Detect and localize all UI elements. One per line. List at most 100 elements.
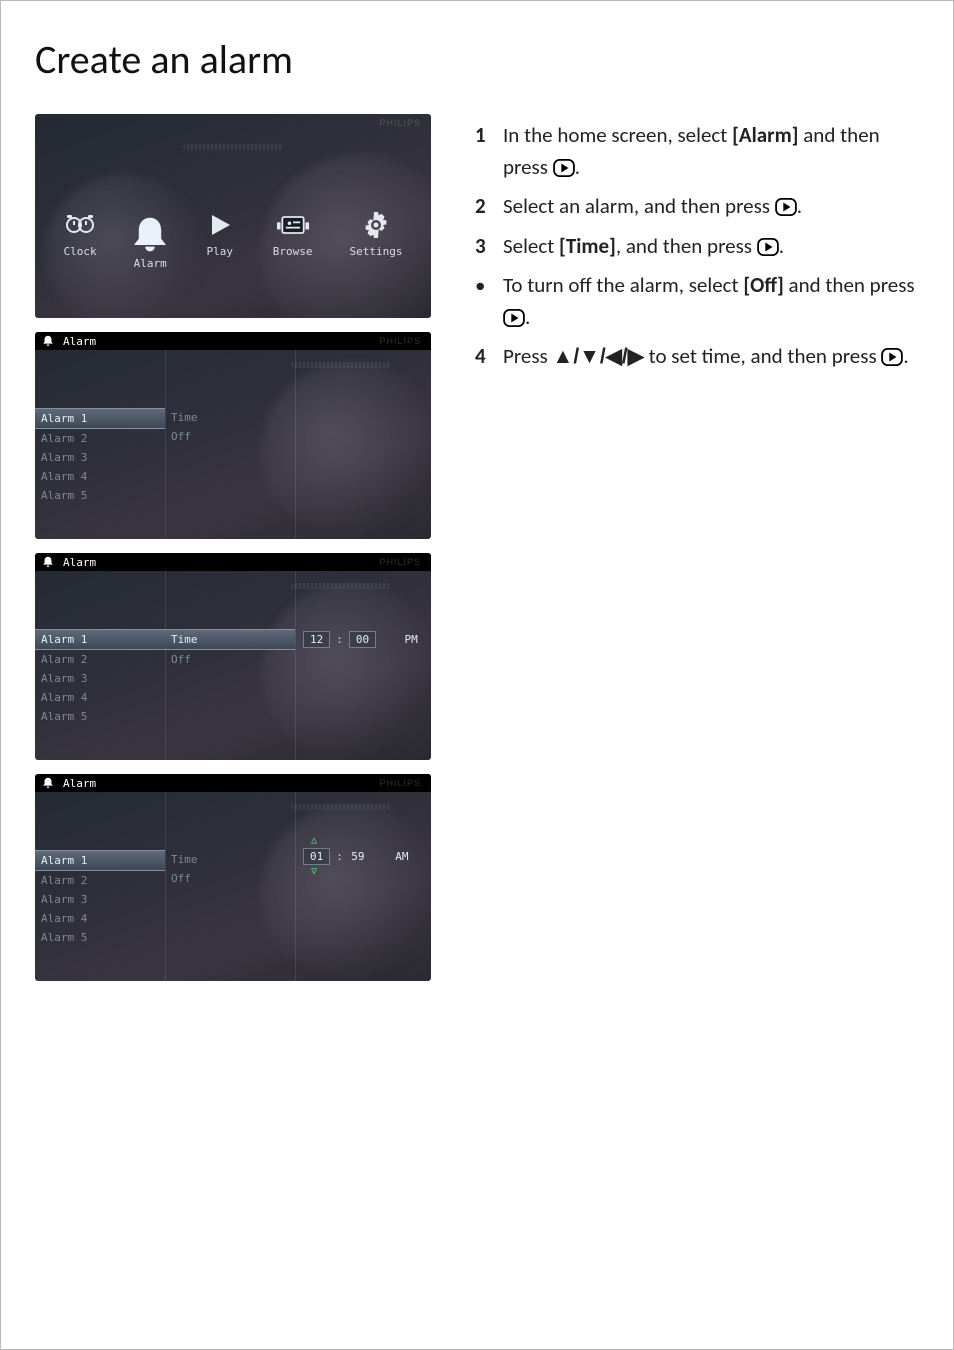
alarm-list: Alarm 1 Alarm 2 Alarm 3 Alarm 4 Alarm 5 bbox=[35, 350, 165, 539]
home-item-label: Browse bbox=[273, 245, 313, 258]
time-options: Time Off bbox=[165, 571, 295, 760]
option-off[interactable]: Off bbox=[165, 427, 295, 446]
home-item-browse[interactable]: Browse bbox=[273, 211, 313, 258]
home-item-label: Play bbox=[207, 245, 234, 258]
list-item[interactable]: Alarm 5 bbox=[35, 707, 165, 726]
screenshot-time-editing: Alarm PHILIPS Alarm 1 Alarm 2 Alarm 3 Al… bbox=[35, 774, 431, 981]
ui-label-alarm: [Alarm] bbox=[732, 122, 798, 148]
play-icon bbox=[204, 211, 236, 239]
step-text: and then press bbox=[784, 272, 915, 298]
brand-label: PHILIPS bbox=[379, 118, 421, 128]
bell-icon bbox=[41, 334, 55, 348]
list-item[interactable]: Alarm 3 bbox=[35, 448, 165, 467]
home-item-alarm[interactable]: Alarm bbox=[134, 223, 167, 270]
instructions-column: 1 In the home screen, select [Alarm] and… bbox=[475, 114, 919, 995]
chevron-up-icon[interactable]: △ bbox=[303, 836, 325, 846]
brand-label: PHILIPS bbox=[379, 778, 421, 788]
screenshots-column: PHILIPS Clock Alarm bbox=[35, 114, 435, 995]
list-item[interactable]: Alarm 1 bbox=[35, 629, 165, 650]
header-title: Alarm bbox=[63, 556, 96, 569]
step-bullet: • To turn off the alarm, select [Off] an… bbox=[475, 270, 919, 333]
period: . bbox=[797, 193, 802, 219]
play-in-box-icon bbox=[775, 194, 797, 212]
option-time[interactable]: Time bbox=[165, 850, 295, 869]
ui-label-off: [Off] bbox=[743, 272, 783, 298]
hour-field[interactable]: 01 bbox=[303, 848, 330, 865]
play-in-box-icon bbox=[757, 234, 779, 252]
screenshot-home: PHILIPS Clock Alarm bbox=[35, 114, 431, 318]
home-item-label: Clock bbox=[64, 245, 97, 258]
time-value-row[interactable]: 12 : 00 PM bbox=[295, 629, 431, 650]
screenshot-time-selected: Alarm PHILIPS Alarm 1 Alarm 2 Alarm 3 Al… bbox=[35, 553, 431, 760]
time-options: Time Off bbox=[165, 350, 295, 539]
minute-field[interactable]: 00 bbox=[349, 631, 376, 648]
value-pane: △ 01 : 59 AM ▽ bbox=[295, 792, 431, 981]
step-2: 2 Select an alarm, and then press . bbox=[475, 191, 919, 223]
brand-label: PHILIPS bbox=[379, 557, 421, 567]
manual-page: Create an alarm PHILIPS Clock bbox=[0, 0, 954, 1350]
list-item[interactable]: Alarm 5 bbox=[35, 928, 165, 947]
list-item[interactable]: Alarm 4 bbox=[35, 909, 165, 928]
list-item[interactable]: Alarm 2 bbox=[35, 650, 165, 669]
page-title: Create an alarm bbox=[35, 35, 919, 84]
step-list: 1 In the home screen, select [Alarm] and… bbox=[475, 120, 919, 373]
list-item[interactable]: Alarm 1 bbox=[35, 850, 165, 871]
step-1: 1 In the home screen, select [Alarm] and… bbox=[475, 120, 919, 183]
step-text: In the home screen, select bbox=[503, 122, 732, 148]
step-text: Select an alarm, and then press bbox=[503, 193, 775, 219]
window-header: Alarm bbox=[35, 332, 431, 350]
home-item-clock[interactable]: Clock bbox=[64, 211, 97, 258]
step-text: Select bbox=[503, 233, 559, 259]
list-item[interactable]: Alarm 2 bbox=[35, 429, 165, 448]
period: . bbox=[779, 233, 784, 259]
ampm-field[interactable]: PM bbox=[402, 633, 420, 646]
option-time[interactable]: Time bbox=[165, 629, 295, 650]
time-value-row[interactable]: 01 : 59 AM bbox=[295, 846, 431, 867]
play-in-box-icon bbox=[503, 305, 525, 323]
step-text: Press bbox=[503, 343, 553, 369]
clock-icon bbox=[64, 211, 96, 239]
bell-icon bbox=[41, 555, 55, 569]
home-item-play[interactable]: Play bbox=[204, 211, 236, 258]
browse-icon bbox=[277, 211, 309, 239]
window-header: Alarm bbox=[35, 553, 431, 571]
time-options: Time Off bbox=[165, 792, 295, 981]
screenshot-alarm-list: Alarm PHILIPS Alarm 1 Alarm 2 Alarm 3 Al… bbox=[35, 332, 431, 539]
bell-icon bbox=[41, 776, 55, 790]
period: . bbox=[575, 154, 580, 180]
minute-field[interactable]: 59 bbox=[349, 850, 367, 863]
list-item[interactable]: Alarm 3 bbox=[35, 669, 165, 688]
list-item[interactable]: Alarm 3 bbox=[35, 890, 165, 909]
two-column-layout: PHILIPS Clock Alarm bbox=[35, 114, 919, 995]
play-in-box-icon bbox=[881, 344, 903, 362]
list-item[interactable]: Alarm 5 bbox=[35, 486, 165, 505]
option-off[interactable]: Off bbox=[165, 650, 295, 669]
alarm-list: Alarm 1 Alarm 2 Alarm 3 Alarm 4 Alarm 5 bbox=[35, 571, 165, 760]
ampm-field[interactable]: AM bbox=[393, 850, 411, 863]
value-pane bbox=[295, 350, 431, 539]
value-pane: 12 : 00 PM bbox=[295, 571, 431, 760]
list-item[interactable]: Alarm 4 bbox=[35, 467, 165, 486]
header-title: Alarm bbox=[63, 335, 96, 348]
ui-label-time: [Time] bbox=[559, 233, 616, 259]
home-item-settings[interactable]: Settings bbox=[350, 211, 403, 258]
time-separator: : bbox=[336, 633, 343, 646]
chevron-down-icon[interactable]: ▽ bbox=[303, 867, 325, 877]
header-title: Alarm bbox=[63, 777, 96, 790]
list-item[interactable]: Alarm 2 bbox=[35, 871, 165, 890]
home-item-label: Settings bbox=[350, 245, 403, 258]
option-time[interactable]: Time bbox=[165, 408, 295, 427]
decorative-dots bbox=[183, 144, 283, 150]
gear-icon bbox=[360, 211, 392, 239]
period: . bbox=[525, 304, 530, 330]
alarm-list: Alarm 1 Alarm 2 Alarm 3 Alarm 4 Alarm 5 bbox=[35, 792, 165, 981]
step-number: 1 bbox=[475, 120, 493, 183]
hour-field[interactable]: 12 bbox=[303, 631, 330, 648]
option-off[interactable]: Off bbox=[165, 869, 295, 888]
step-text: , and then press bbox=[616, 233, 757, 259]
play-in-box-icon bbox=[553, 155, 575, 173]
list-item[interactable]: Alarm 4 bbox=[35, 688, 165, 707]
home-menu-row: Clock Alarm Play bbox=[35, 211, 431, 258]
step-4: 4 Press ▲/▼/◀/▶ to set time, and then pr… bbox=[475, 341, 919, 373]
list-item[interactable]: Alarm 1 bbox=[35, 408, 165, 429]
